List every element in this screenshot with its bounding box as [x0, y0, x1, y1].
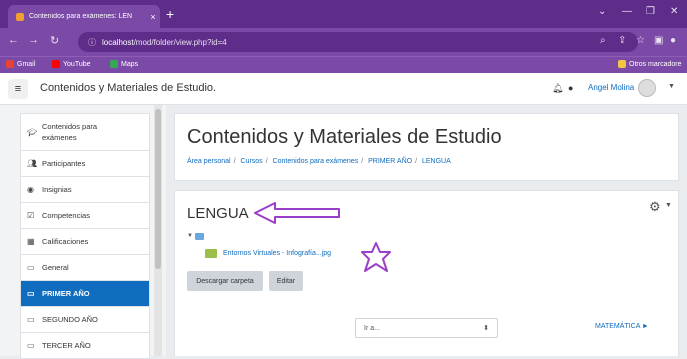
tab-search-icon[interactable]: ⌄	[598, 6, 606, 17]
gear-icon[interactable]: ⚙	[649, 199, 661, 215]
sidebar-item-label: Calificaciones	[42, 237, 89, 246]
sidebar-item-label: Contenidos para exámenes	[42, 122, 98, 142]
star-bookmark-icon[interactable]: ☆	[636, 35, 645, 46]
sidebar-item-label: TERCER AÑO	[42, 341, 91, 350]
page-title: Contenidos y Materiales de Estudio	[187, 126, 502, 148]
moodle-favicon-icon	[16, 12, 24, 21]
jump-to-select[interactable]: Ir a... ⬍	[355, 318, 498, 338]
moodle-navbar: ≡ Contenidos y Materiales de Estudio. 🔔︎…	[0, 73, 687, 105]
folder-icon: ▭	[27, 263, 35, 272]
browser-tab[interactable]: Contenidos para exámenes: LEN ×	[8, 5, 160, 28]
sidebar-item-grades[interactable]: ▦ Calificaciones	[20, 229, 150, 255]
annotation-arrow-icon	[254, 202, 340, 224]
breadcrumb-item[interactable]: Área personal	[187, 158, 231, 165]
sidebar-item-segundo-ano[interactable]: ▭ SEGUNDO AÑO	[20, 307, 150, 333]
download-folder-button[interactable]: Descargar carpeta	[187, 271, 263, 291]
sidebar-item-label: Competencias	[42, 211, 90, 220]
avatar[interactable]	[638, 79, 656, 97]
share-icon[interactable]: ⇪	[618, 35, 626, 46]
select-value: Ir a...	[364, 324, 380, 332]
breadcrumb-item[interactable]: Cursos	[241, 158, 263, 165]
url-host: localhost	[102, 37, 134, 47]
edit-button[interactable]: Editar	[269, 271, 303, 291]
course-nav-list: 🎓︎ Contenidos para exámenes 👥︎ Participa…	[20, 113, 150, 359]
badge-icon: ◉	[27, 185, 34, 194]
url-input[interactable]: ⓘ localhost/mod/folder/view.php?id=4	[78, 32, 638, 52]
sidebar-item-primer-ano[interactable]: ▭ PRIMER AÑO	[20, 281, 150, 307]
youtube-icon	[52, 60, 60, 68]
select-caret-icon: ⬍	[483, 325, 489, 332]
sidebar-item-label: SEGUNDO AÑO	[42, 315, 98, 324]
sidebar-item-label: General	[42, 263, 69, 272]
tab-title: Contenidos para exámenes: LEN	[29, 13, 133, 20]
chevron-down-icon[interactable]: ▼	[665, 202, 672, 209]
reload-icon[interactable]: ↻	[50, 34, 59, 47]
other-bookmarks[interactable]: Otros marcadore	[618, 60, 682, 68]
sidebar-item-tercer-ano[interactable]: ▭ TERCER AÑO	[20, 333, 150, 359]
sidebar-item-course[interactable]: 🎓︎ Contenidos para exámenes	[20, 113, 150, 151]
site-name[interactable]: Contenidos y Materiales de Estudio.	[40, 82, 216, 94]
breadcrumb-item[interactable]: Contenidos para exámenes	[273, 158, 359, 165]
breadcrumb: Área personal / Cursos / Contenidos para e…	[187, 158, 451, 165]
zoom-icon[interactable]: ⌕	[600, 35, 606, 46]
back-icon[interactable]: ←	[8, 34, 19, 46]
folder-icon: ▭	[27, 341, 35, 350]
bookmark-maps[interactable]: Maps	[110, 60, 138, 68]
sidebar-item-label: Participantes	[42, 159, 86, 168]
tree-expand-icon[interactable]: ▼	[187, 233, 193, 239]
bookmarks-bar: Gmail YouTube Maps Otros marcadore	[0, 56, 687, 73]
address-bar-row: ← → ↻ ⓘ localhost/mod/folder/view.php?id…	[0, 28, 687, 56]
minimize-icon[interactable]: —	[622, 6, 632, 17]
annotation-star-icon	[361, 242, 391, 272]
browser-tab-bar: Contenidos para exámenes: LEN × + ⌄ — ❐ …	[0, 0, 687, 28]
folder-icon: ▭	[27, 315, 35, 324]
user-name[interactable]: Angel Molina	[588, 83, 634, 92]
folder-icon: ▭	[27, 289, 35, 298]
notifications-bell-icon[interactable]: 🔔︎	[552, 83, 563, 94]
course-sidebar: 🎓︎ Contenidos para exámenes 👥︎ Participa…	[0, 105, 166, 359]
folder-icon	[195, 233, 204, 240]
check-square-icon: ☑	[27, 211, 35, 220]
tab-close-icon[interactable]: ×	[146, 12, 160, 22]
sidebar-item-label: Insignias	[42, 185, 72, 194]
sidebar-item-badges[interactable]: ◉ Insignias	[20, 177, 150, 203]
close-window-icon[interactable]: ✕	[670, 6, 678, 17]
user-menu-caret-icon[interactable]: ▼	[668, 83, 675, 90]
forward-icon[interactable]: →	[28, 34, 39, 46]
maps-icon	[110, 60, 118, 68]
messages-icon[interactable]: ●	[568, 83, 573, 93]
bookmark-gmail[interactable]: Gmail	[6, 60, 35, 68]
maximize-icon[interactable]: ❐	[646, 6, 655, 17]
folder-content: LENGUA ⚙ ▼ ▼ Entornos Virtuales - Infogr…	[174, 190, 679, 356]
new-tab-button[interactable]: +	[166, 6, 174, 22]
next-activity-link[interactable]: MATEMÁTICA ►	[595, 323, 649, 330]
bookmark-folder-icon	[618, 60, 626, 68]
sidebar-item-participants[interactable]: 👥︎ Participantes	[20, 151, 150, 177]
sidebar-item-label: PRIMER AÑO	[42, 289, 90, 298]
users-icon: 👥︎	[27, 159, 38, 168]
page-header: Contenidos y Materiales de Estudio Área …	[174, 113, 679, 181]
bookmark-youtube[interactable]: YouTube	[52, 60, 91, 68]
sidebar-item-general[interactable]: ▭ General	[20, 255, 150, 281]
sidebar-toggle-icon[interactable]: ▣	[654, 35, 663, 46]
breadcrumb-item[interactable]: LENGUA	[422, 158, 451, 165]
gmail-icon	[6, 60, 14, 68]
file-link[interactable]: Entornos Virtuales - Infografía...jpg	[223, 250, 331, 257]
mortarboard-icon: 🎓︎	[27, 127, 38, 137]
menu-toggle-icon[interactable]: ≡	[8, 79, 28, 99]
url-path: /mod/folder/view.php?id=4	[133, 37, 227, 47]
scrollbar-thumb[interactable]	[155, 109, 161, 269]
breadcrumb-item[interactable]: PRIMER AÑO	[368, 158, 412, 165]
site-info-icon[interactable]: ⓘ	[88, 37, 96, 48]
profile-icon[interactable]: ●	[670, 35, 676, 46]
sidebar-item-competencies[interactable]: ☑ Competencias	[20, 203, 150, 229]
sidebar-scrollbar[interactable]	[154, 105, 162, 356]
section-title: LENGUA	[187, 205, 249, 222]
image-file-icon	[205, 249, 217, 258]
table-icon: ▦	[27, 237, 35, 246]
